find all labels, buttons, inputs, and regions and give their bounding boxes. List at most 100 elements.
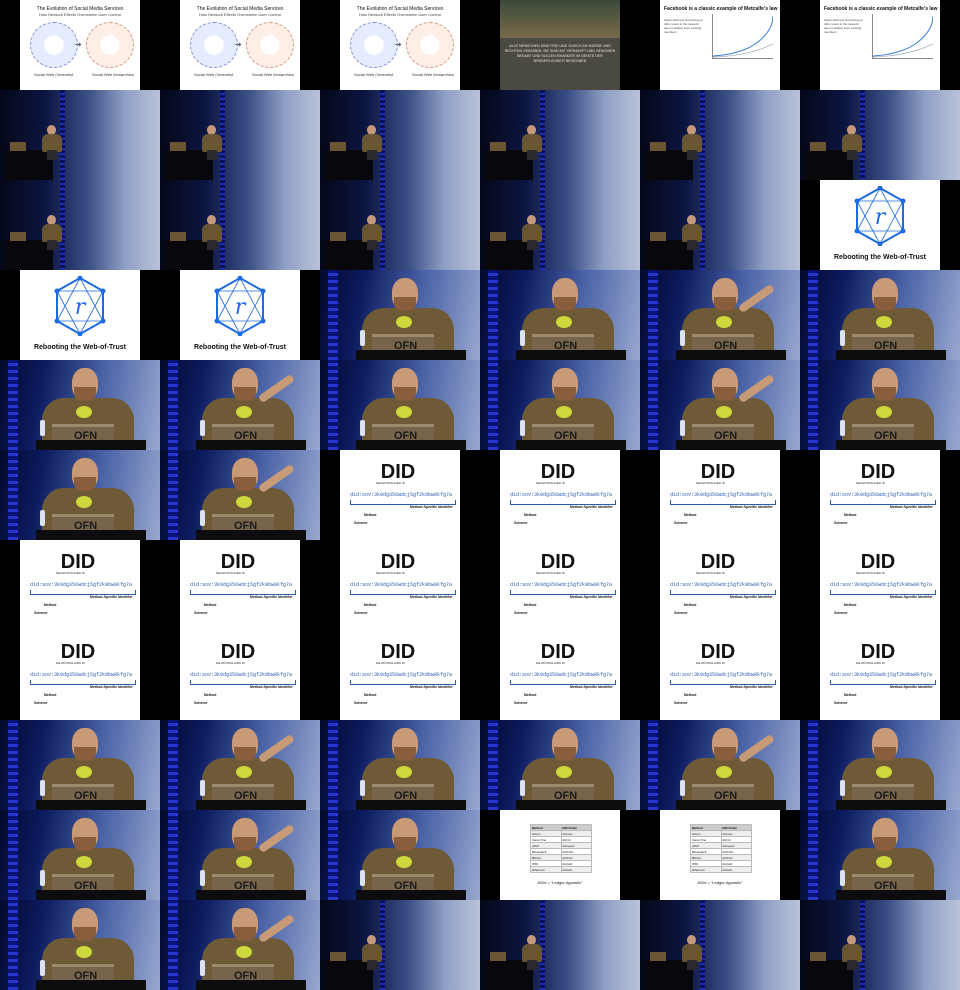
slide-did-syntax: DID DECENTRALIZED ID did:sov:3k9dg356wdc… [340, 540, 460, 630]
podium [36, 980, 146, 990]
thumbnail-did: DID DECENTRALIZED ID did:sov:3k9dg356wdc… [0, 540, 160, 630]
slide-did-syntax: DID DECENTRALIZED ID did:sov:3k9dg356wdc… [500, 630, 620, 720]
did-identifier: did:sov:3k9dg356wdcj5gf2k9bw8kfg7a [510, 492, 613, 498]
speaker-beard [554, 387, 576, 401]
lighting-truss [8, 900, 18, 990]
lighting-truss [328, 360, 338, 450]
water-bottle [360, 330, 365, 346]
wide-stage-shot [160, 90, 320, 180]
lighting-truss [8, 720, 18, 810]
shirt-logo [76, 766, 92, 778]
did-identifier: did:sov:3k9dg356wdcj5gf2k9bw8kfg7a [510, 672, 613, 678]
speaker-closeup: OFN [0, 360, 160, 450]
left-caption: Social Web Cheesiest [354, 72, 394, 77]
slide-evolution: The Evolution of Social Media Services H… [340, 0, 460, 90]
speaker-closeup: OFN [320, 270, 480, 360]
speaker-beard [874, 297, 896, 311]
frame-contact-sheet: The Evolution of Social Media Services H… [0, 0, 960, 990]
thumbnail-close: OFN [800, 720, 960, 810]
thumbnail-stage [160, 180, 320, 270]
thumbnail-stage [640, 180, 800, 270]
podium [196, 890, 306, 900]
arrow-right-icon: ➔ [235, 40, 242, 49]
wide-stage-shot [640, 180, 800, 270]
wide-stage-shot [800, 90, 960, 180]
slide-did-syntax: DID DECENTRALIZED ID did:sov:3k9dg356wdc… [660, 540, 780, 630]
thumbnail-stage [480, 900, 640, 990]
speaker-beard [234, 927, 256, 941]
thumbnail-did: DID DECENTRALIZED ID did:sov:3k9dg356wdc… [160, 630, 320, 720]
thumbnail-close: OFN [0, 900, 160, 990]
water-bottle [200, 960, 205, 976]
podium [36, 800, 146, 810]
thumbnail-did: DID DECENTRALIZED ID did:sov:3k9dg356wdc… [640, 450, 800, 540]
wide-stage-shot [320, 90, 480, 180]
did-logo-text: DID [701, 641, 735, 662]
slide-did-syntax: DID DECENTRALIZED ID did:sov:3k9dg356wdc… [660, 630, 780, 720]
method-label: Method [44, 693, 57, 697]
podium [356, 350, 466, 360]
speaker [360, 215, 384, 250]
did-logo-text: DID [701, 551, 735, 572]
did-logo-icon: DID [221, 641, 255, 662]
podium [356, 890, 466, 900]
did-logo-icon: DID [221, 551, 255, 572]
did-logo-icon: DID [381, 641, 415, 662]
speaker [360, 935, 384, 970]
water-bottle [840, 420, 845, 436]
lighting-truss [168, 900, 178, 990]
lighting-truss [488, 720, 498, 810]
did-logo-sub: DECENTRALIZED ID [536, 481, 565, 485]
thumbnail-fb: Facebook is a classic example of Metcalf… [640, 0, 800, 90]
method-label: Method [364, 603, 377, 607]
water-bottle [40, 420, 45, 436]
did-logo-sub: DECENTRALIZED ID [536, 661, 565, 665]
did-logo-sub: DECENTRALIZED ID [856, 481, 885, 485]
laptop [490, 952, 506, 961]
lighting-truss [328, 270, 338, 360]
did-logo-sub: DECENTRALIZED ID [696, 661, 725, 665]
slide-evolution: The Evolution of Social Media Services H… [20, 0, 140, 90]
msi-label: Method-Specific Identifier [410, 685, 453, 689]
water-bottle [520, 780, 525, 796]
shirt-logo [876, 406, 892, 418]
lighting-truss [328, 810, 338, 900]
thumbnail-close: OFN [320, 810, 480, 900]
speaker-closeup: OFN [480, 360, 640, 450]
msi-label: Method-Specific Identifier [250, 595, 293, 599]
thumbnail-close: OFN [800, 360, 960, 450]
did-logo-icon: DID [541, 461, 575, 482]
thumbnail-did: DID DECENTRALIZED ID did:sov:3k9dg356wdc… [320, 450, 480, 540]
msi-label: Method-Specific Identifier [250, 685, 293, 689]
right-caption: Social Web Monarchies [252, 72, 294, 77]
speaker [840, 125, 864, 160]
lighting-truss [8, 360, 18, 450]
did-identifier: did:sov:3k9dg356wdcj5gf2k9bw8kfg7a [670, 582, 773, 588]
shirt-logo [556, 766, 572, 778]
did-logo-icon: DID [61, 641, 95, 662]
water-bottle [840, 870, 845, 886]
did-logo-text: DID [861, 461, 895, 482]
podium [36, 890, 146, 900]
speaker-closeup: OFN [320, 810, 480, 900]
scheme-label: Scheme [674, 611, 688, 615]
shirt-logo [556, 406, 572, 418]
msi-label: Method-Specific Identifier [570, 595, 613, 599]
slide-did-syntax: DID DECENTRALIZED ID did:sov:3k9dg356wdc… [660, 450, 780, 540]
water-bottle [200, 780, 205, 796]
scheme-label: Scheme [514, 611, 528, 615]
thumbnail-did: DID DECENTRALIZED ID did:sov:3k9dg356wdc… [640, 540, 800, 630]
network-diagram-right [406, 22, 454, 68]
laptop [810, 142, 826, 151]
thumbnail-close: OFN [160, 450, 320, 540]
podium [836, 890, 946, 900]
podium [36, 530, 146, 540]
thumbnail-close: OFN [800, 810, 960, 900]
shirt-logo [76, 406, 92, 418]
method-label: Method [844, 603, 857, 607]
right-caption: Social Web Monarchies [412, 72, 454, 77]
thumbnail-stage [640, 90, 800, 180]
shirt-logo [236, 406, 252, 418]
laptop [650, 232, 666, 241]
slide-did-syntax: DID DECENTRALIZED ID did:sov:3k9dg356wdc… [500, 540, 620, 630]
